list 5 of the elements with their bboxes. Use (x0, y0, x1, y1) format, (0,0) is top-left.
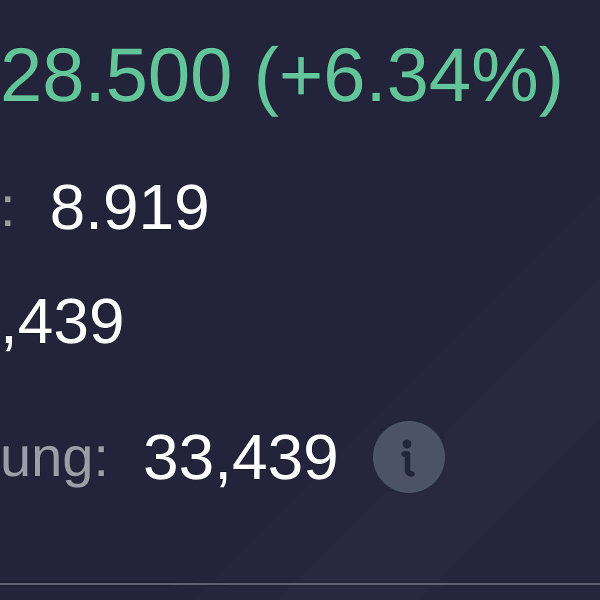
stat-value: 8.919 (50, 175, 210, 239)
stat-label: : (0, 179, 16, 235)
stat-value: 33,439 (143, 425, 339, 489)
stat-value: ,439 (0, 289, 125, 353)
info-icon[interactable] (372, 421, 445, 493)
